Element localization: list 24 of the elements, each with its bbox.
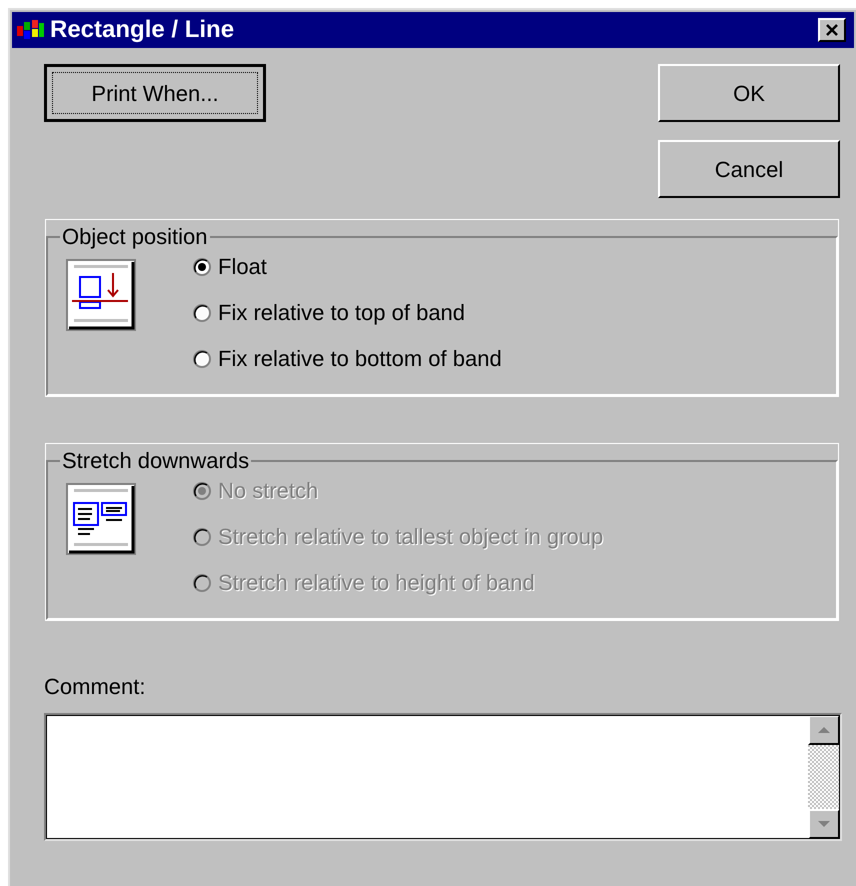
close-button[interactable]	[818, 18, 846, 42]
stretch-layout-icon	[66, 483, 136, 555]
close-icon	[825, 23, 839, 37]
radio-label[interactable]: Float	[218, 253, 267, 281]
comment-field[interactable]	[44, 713, 842, 841]
comment-label: Comment:	[44, 673, 146, 701]
float-layout-icon	[66, 259, 136, 331]
app-icon	[16, 18, 46, 42]
radio-button[interactable]	[192, 303, 212, 323]
window-title: Rectangle / Line	[50, 15, 236, 45]
group-title: Object position	[61, 223, 209, 251]
dialog-button[interactable]: Print When...	[44, 64, 266, 122]
scrollbar[interactable]	[808, 715, 840, 839]
dialog-button[interactable]: OK	[658, 64, 840, 122]
radio-label[interactable]: Fix relative to top of band	[218, 299, 466, 327]
dialog-button[interactable]: Cancel	[658, 140, 840, 198]
down-arrow-icon	[818, 820, 830, 828]
group-title: Stretch downwards	[61, 447, 250, 475]
scroll-down-button[interactable]	[808, 809, 840, 839]
radio-button[interactable]	[192, 257, 212, 277]
up-arrow-icon	[818, 726, 830, 734]
radio-label[interactable]: Fix relative to bottom of band	[218, 345, 502, 373]
scroll-up-button[interactable]	[808, 715, 840, 745]
radio-button[interactable]	[192, 349, 212, 369]
